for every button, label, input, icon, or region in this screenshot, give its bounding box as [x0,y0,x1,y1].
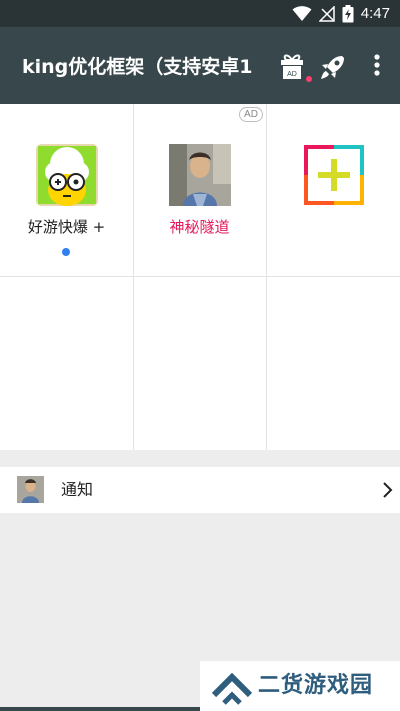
watermark-logo-icon [211,672,253,705]
avatar-icon [17,476,44,503]
signal-off-icon [318,5,335,22]
grid-item-haoyou[interactable]: 好游快爆 + [0,104,133,276]
app-grid: AD 好游快爆 + 神秘隧道 [0,104,400,450]
app-bar: king优化框架（支持安卓1 AD [0,27,400,104]
watermark-text: 二货游戏园 [258,673,374,698]
battery-charging-icon [342,4,354,22]
add-plus-icon [303,144,365,206]
grid-item-label: 神秘隧道 [169,218,230,236]
more-vert-icon [374,54,380,76]
rocket-button[interactable] [318,52,348,82]
chevron-right-icon [383,482,393,498]
status-time: 4:47 [360,5,390,22]
gift-ad-button[interactable]: AD [276,51,308,81]
app-title: king优化框架（支持安卓1 [22,56,253,78]
status-icons: 4:47 [292,4,390,23]
rocket-icon [321,56,344,79]
watermark: 二货游戏园 [200,661,400,711]
status-bar: 4:47 [0,0,400,27]
grid-item-mystery-tunnel[interactable]: 神秘隧道 [133,104,266,276]
notice-row[interactable]: 通知 [0,467,400,513]
bottom-strip [0,707,200,711]
photo-person-icon [169,144,231,206]
gift-ad-icon: AD [281,54,303,79]
notification-dot [306,76,312,82]
notice-label: 通知 [61,480,94,499]
wifi-icon [292,5,312,21]
grid-item-label: 好游快爆 + [27,218,106,236]
haoyou-app-icon [36,144,98,206]
gift-ad-text: AD [287,71,297,78]
more-options-button[interactable] [366,51,388,81]
grid-divider [0,276,400,277]
grid-item-add[interactable] [266,104,400,276]
update-dot [62,248,70,256]
